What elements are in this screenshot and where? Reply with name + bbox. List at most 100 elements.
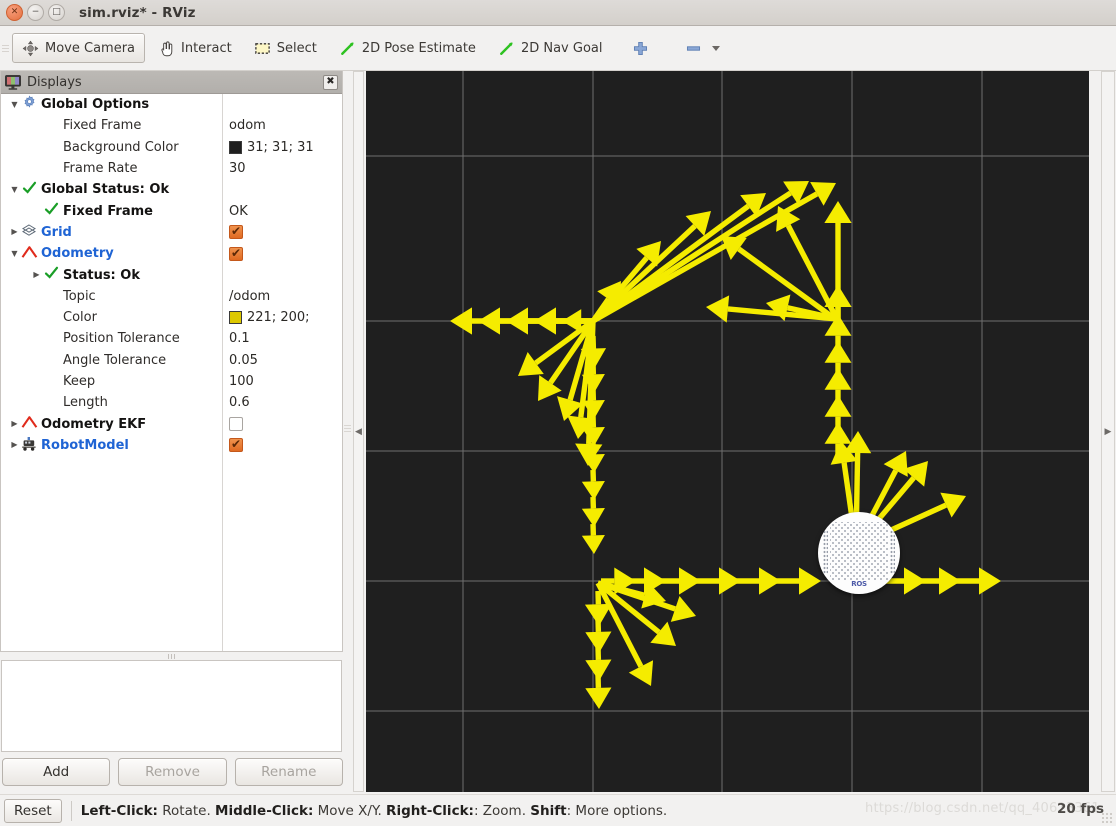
display-tree-row-value[interactable]: 0.1 <box>229 331 250 346</box>
display-tree-row-label: Fixed Frame <box>63 118 142 134</box>
display-tree-row-value[interactable] <box>229 417 243 432</box>
odometry-arrow <box>581 523 605 554</box>
visibility-checkbox[interactable] <box>229 417 243 432</box>
window-controls: ✕ − □ <box>0 4 65 21</box>
display-tree-row-label: Fixed Frame <box>63 203 153 219</box>
close-icon[interactable]: ✖ <box>323 74 338 90</box>
remove-button[interactable]: Remove <box>118 758 227 786</box>
display-tree-row[interactable]: ▶ Grid <box>1 222 342 243</box>
display-tree-row[interactable]: ▶ RobotModel <box>1 435 342 456</box>
chevron-down-icon[interactable] <box>711 44 721 52</box>
display-tree-row-value[interactable] <box>229 246 243 261</box>
tool-move-camera[interactable]: Move Camera <box>12 33 146 63</box>
arrow-head <box>979 567 1001 595</box>
display-tree-row-label: RobotModel <box>41 437 129 453</box>
tool-remove[interactable] <box>676 33 730 63</box>
collapse-left-handle[interactable]: ◀ <box>353 71 364 792</box>
arrow-head <box>585 687 612 709</box>
green-arrow-icon <box>340 41 354 55</box>
color-swatch[interactable] <box>229 140 242 154</box>
display-tree-row[interactable]: Length 0.6 <box>1 392 342 413</box>
arrow-head <box>799 567 821 595</box>
display-tree-row[interactable]: ▶ Status: Ok <box>1 264 342 285</box>
display-tree-row[interactable]: ▼ Odometry <box>1 243 342 264</box>
main-toolbar: Move Camera Interact Select 2D Pose Esti… <box>0 26 1116 71</box>
tool-interact[interactable]: Interact <box>149 33 241 63</box>
display-tree-row[interactable]: Position Tolerance 0.1 <box>1 328 342 349</box>
mouse-hint-text: Left-Click: Rotate. Middle-Click: Move X… <box>80 802 668 819</box>
display-tree-row[interactable]: Topic/odom <box>1 286 342 307</box>
expander-closed-icon[interactable]: ▶ <box>8 228 21 236</box>
move-camera-icon <box>22 40 39 56</box>
rename-button[interactable]: Rename <box>234 758 343 786</box>
visibility-checkbox[interactable] <box>229 437 243 453</box>
add-button[interactable]: Add <box>2 758 111 786</box>
displays-tree[interactable]: ▼ Global Options Fixed Frame odom Background… <box>1 94 342 651</box>
odometry-arrow-icon <box>21 245 38 258</box>
left-panel-grip[interactable] <box>344 425 351 432</box>
display-tree-row-value[interactable]: /odom <box>229 289 270 304</box>
visibility-checkbox[interactable] <box>229 224 243 240</box>
display-tree-row[interactable]: Keep 100 <box>1 371 342 392</box>
tool-2d-pose-estimate[interactable]: 2D Pose Estimate <box>330 33 485 63</box>
value-text: OK <box>229 203 248 219</box>
odometry-arrow <box>954 567 1001 595</box>
plus-icon <box>634 41 648 55</box>
tool-add[interactable] <box>623 33 658 63</box>
display-tree-row[interactable]: Fixed Frame odom <box>1 115 342 136</box>
value-text: 0.1 <box>229 331 250 347</box>
arrow-head <box>706 295 730 323</box>
expander-open-icon[interactable]: ▼ <box>8 100 21 109</box>
arrow-head <box>824 395 852 417</box>
display-tree-row-value[interactable]: 0.05 <box>229 353 258 368</box>
display-tree-row[interactable]: Angle Tolerance 0.05 <box>1 350 342 371</box>
display-tree-row-value[interactable]: 31; 31; 31 <box>229 140 314 155</box>
render-view-3d[interactable]: ROS <box>366 71 1089 792</box>
display-tree-row-value[interactable]: 100 <box>229 374 254 389</box>
display-tree-row[interactable]: ▶ Odometry EKF <box>1 413 342 434</box>
display-tree-row-label: Color <box>63 310 97 326</box>
expander-open-icon[interactable]: ▼ <box>8 249 21 258</box>
color-swatch[interactable] <box>229 311 242 325</box>
collapse-right-handle[interactable]: ▶ <box>1101 71 1115 792</box>
reset-button[interactable]: Reset <box>4 798 62 823</box>
display-tree-row[interactable]: Fixed Frame OK <box>1 200 342 221</box>
display-tree-row-value[interactable] <box>229 224 243 240</box>
window-title: sim.rviz* - RViz <box>79 4 196 21</box>
expander-closed-icon[interactable]: ▶ <box>30 271 43 279</box>
grid-icon <box>21 223 37 241</box>
display-tree-row-value[interactable] <box>229 437 243 453</box>
display-tree-row-value[interactable]: odom <box>229 118 266 133</box>
panel-splitter[interactable] <box>0 652 343 660</box>
close-icon[interactable]: ✕ <box>6 4 23 21</box>
odometry-arrow <box>585 674 612 709</box>
value-text: 30 <box>229 161 246 177</box>
display-tree-row-label: Frame Rate <box>63 161 138 177</box>
display-tree-row-value[interactable]: 221; 200; <box>229 310 310 325</box>
display-tree-row-label: Global Options <box>41 97 150 113</box>
toolbar-grip[interactable] <box>1 26 10 71</box>
display-tree-row-value[interactable]: 30 <box>229 161 246 176</box>
display-tree-row[interactable]: ▼ Global Options <box>1 94 342 115</box>
display-tree-row[interactable]: Background Color 31; 31; 31 <box>1 137 342 158</box>
gear-icon <box>21 95 37 114</box>
displays-panel-title: Displays <box>27 74 82 90</box>
tool-2d-nav-goal[interactable]: 2D Nav Goal <box>489 33 612 63</box>
display-tree-row-value[interactable]: 0.6 <box>229 395 250 410</box>
display-tree-row-value[interactable]: OK <box>229 204 248 219</box>
display-tree-row-label: Status: Ok <box>63 267 140 283</box>
minimize-icon[interactable]: − <box>27 4 44 21</box>
display-tree-row[interactable]: Color 221; 200; <box>1 307 342 328</box>
display-tree-row[interactable]: Frame Rate 30 <box>1 158 342 179</box>
resize-grip[interactable] <box>1101 812 1113 824</box>
tool-select[interactable]: Select <box>245 33 326 63</box>
maximize-icon[interactable]: □ <box>48 4 65 21</box>
visibility-checkbox[interactable] <box>229 246 243 261</box>
odometry-arrow <box>581 469 605 500</box>
check-icon <box>43 202 59 220</box>
expander-closed-icon[interactable]: ▶ <box>8 420 21 428</box>
expander-open-icon[interactable]: ▼ <box>8 185 21 194</box>
display-tree-row[interactable]: ▼ Global Status: Ok <box>1 179 342 200</box>
tool-label: 2D Pose Estimate <box>361 40 476 56</box>
expander-closed-icon[interactable]: ▶ <box>8 441 21 449</box>
